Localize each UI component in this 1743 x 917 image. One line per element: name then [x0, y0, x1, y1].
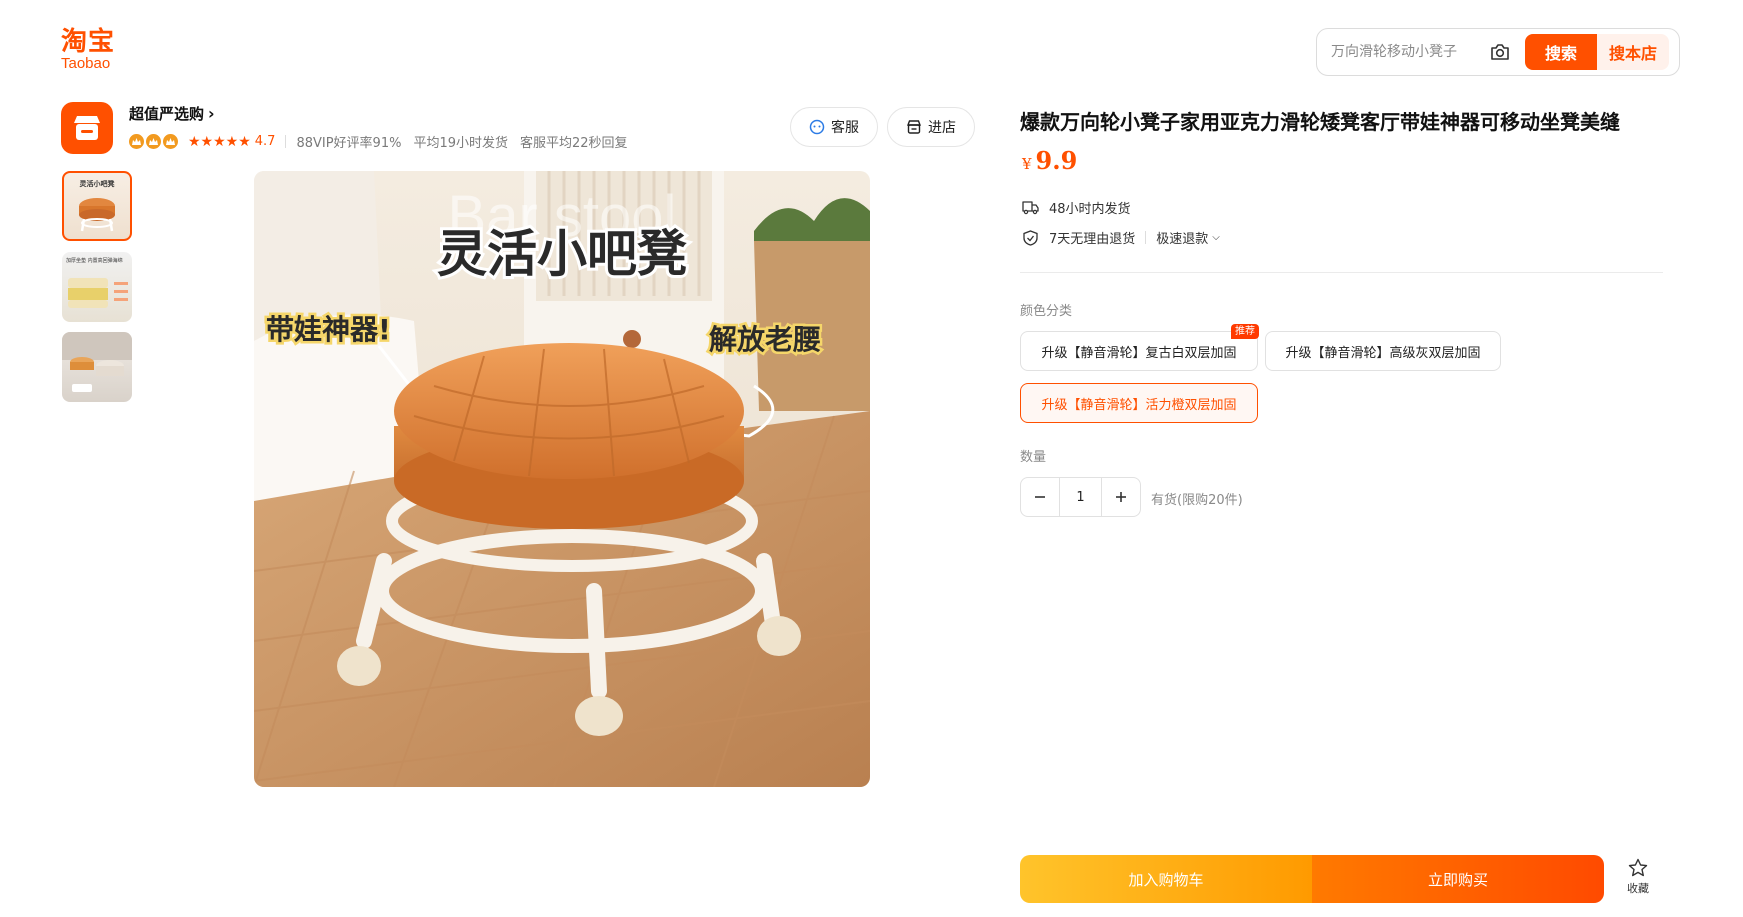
star-icon: [1628, 858, 1648, 877]
decrease-button[interactable]: [1021, 478, 1059, 516]
option-orange-selected[interactable]: 升级【静音滑轮】活力橙双层加固: [1020, 383, 1258, 423]
crown-icon: [129, 134, 144, 149]
logo-text-cn: 淘宝: [61, 27, 116, 57]
search-input[interactable]: [1329, 43, 1483, 61]
shop-name: 超值严选购: [129, 105, 205, 123]
image-right-tag: 解放老腰: [709, 323, 821, 356]
star-rating-icon: ★★★★★: [188, 133, 251, 150]
refund-text: 极速退款: [1156, 232, 1209, 247]
returns-text: 7天无理由退货: [1049, 232, 1136, 247]
chevron-down-icon: ⌵: [1212, 232, 1220, 243]
taobao-logo[interactable]: 淘宝 Taobao: [61, 28, 131, 76]
camera-icon[interactable]: [1489, 41, 1511, 63]
ship-time: 平均19小时发货: [413, 136, 509, 151]
price-value: 9.9: [1035, 146, 1078, 175]
add-to-cart-button[interactable]: 加入购物车: [1020, 855, 1312, 903]
quantity-stepper: 1: [1020, 477, 1141, 517]
store-icon: [906, 120, 922, 134]
thumbnail-1[interactable]: 灵活小吧凳: [62, 171, 132, 241]
search-store-button[interactable]: 搜本店: [1597, 34, 1669, 70]
logo-text-en: Taobao: [61, 55, 111, 72]
option-white[interactable]: 升级【静音滑轮】复古白双层加固: [1020, 331, 1258, 371]
enter-shop-label: 进店: [928, 120, 956, 136]
image-headline: 灵活小吧凳: [437, 225, 687, 283]
quantity-value[interactable]: 1: [1059, 478, 1102, 516]
crown-icon: [146, 134, 161, 149]
shop-avatar[interactable]: [61, 102, 113, 154]
increase-button[interactable]: [1102, 478, 1140, 516]
shop-rating: 4.7: [254, 134, 276, 149]
image-left-tag: 带娃神器!: [266, 313, 391, 346]
divider: [1020, 272, 1663, 273]
vip-rate: 88VIP好评率91%: [296, 136, 402, 151]
return-policy[interactable]: 7天无理由退货 极速退款 ⌵: [1022, 228, 1220, 247]
main-product-image[interactable]: Bar stool 灵活小吧凳 带娃神器! 解放老腰: [254, 171, 870, 787]
chevron-right-icon: ›: [208, 104, 215, 123]
product-title: 爆款万向轮小凳子家用亚克力滑轮矮凳客厅带娃神器可移动坐凳美缝: [1020, 110, 1620, 134]
shield-icon: [1023, 229, 1038, 246]
shop-icon: [74, 116, 100, 140]
favorite-label: 收藏: [1627, 882, 1649, 895]
reply-time: 客服平均22秒回复: [520, 136, 628, 151]
color-label: 颜色分类: [1020, 304, 1073, 319]
shop-name-link[interactable]: 超值严选购 ›: [129, 103, 215, 124]
minus-icon: [1035, 496, 1046, 498]
shipping-info: 48小时内发货: [1022, 198, 1131, 217]
option-gray[interactable]: 升级【静音滑轮】高级灰双层加固: [1265, 331, 1501, 371]
stock-status: 有货(限购20件): [1151, 493, 1243, 508]
plus-icon: [1115, 492, 1126, 502]
thumbnail-3[interactable]: [62, 332, 132, 402]
enter-shop-button[interactable]: 进店: [887, 107, 975, 147]
product-price: ¥9.9: [1022, 146, 1077, 175]
crown-icon: [163, 134, 178, 149]
price-currency: ¥: [1022, 155, 1032, 173]
search-bar: 搜索 搜本店: [1316, 28, 1680, 76]
quantity-label: 数量: [1020, 450, 1047, 465]
service-label: 客服: [831, 120, 859, 136]
truck-icon: [1022, 201, 1039, 215]
chat-icon: [809, 119, 825, 135]
thumb-2-caption: 加厚坐垫 内置高回弹海绵: [66, 257, 123, 264]
customer-service-button[interactable]: 客服: [790, 107, 878, 147]
shop-meta: ★★★★★ 4.7 88VIP好评率91% 平均19小时发货 客服平均22秒回复: [129, 132, 640, 151]
thumb-1-caption: 灵活小吧凳: [80, 179, 116, 188]
search-button[interactable]: 搜索: [1525, 34, 1597, 70]
shipping-text: 48小时内发货: [1049, 202, 1131, 217]
thumbnail-2[interactable]: 加厚坐垫 内置高回弹海绵: [62, 252, 132, 322]
favorite-button[interactable]: 收藏: [1620, 858, 1656, 904]
recommend-badge: 推荐: [1231, 324, 1259, 339]
buy-now-button[interactable]: 立即购买: [1312, 855, 1604, 903]
